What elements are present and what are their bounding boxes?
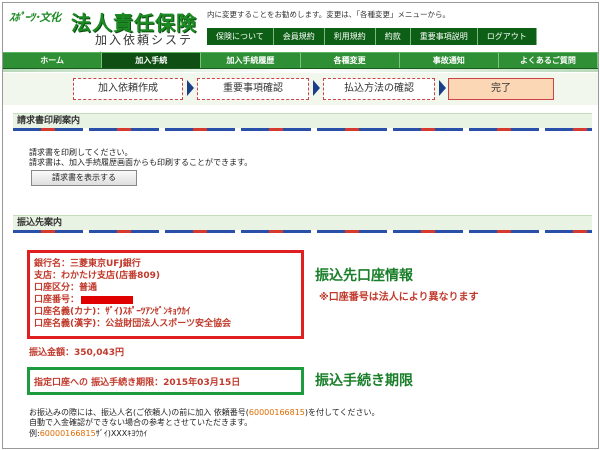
step-arrow-icon: [313, 80, 320, 96]
print-instruction: 請求書を印刷してください。: [29, 148, 133, 157]
util-link-terms-of-use[interactable]: 利用規約: [325, 28, 376, 45]
deadline-callout: 振込手続き期限: [315, 373, 413, 389]
step-arrow-icon: [439, 80, 446, 96]
step-complete: 完了: [448, 78, 554, 100]
bank-info-callout: 振込先口座情報: [315, 268, 413, 284]
step-create-request: 加入依頼作成: [73, 78, 183, 100]
footnote-example-suffix: ｻﾞｲ)XXXｷﾖｳｶｲ: [95, 429, 148, 438]
step-arrow-icon: [187, 80, 194, 96]
account-number-redacted: [81, 295, 134, 304]
util-link-policy[interactable]: 約款: [376, 28, 411, 45]
footnote-request-number: 60000166815: [248, 408, 305, 417]
section-divider: [13, 230, 592, 233]
utility-nav: 保険について 会員規約 利用規約 約款 重要事項説明 ログアウト: [207, 28, 537, 45]
account-holder-kanji: 口座名義(漢字)：公益財団法人スポーツ安全協会: [34, 319, 232, 329]
footnote-line-2: 自動で入金確認ができない場合の参考とさせていただきます。: [29, 418, 253, 427]
transfer-amount: 振込金額：350,043円: [29, 348, 124, 358]
footnote-line-1: お振込みの際には、振込人名(ご依頼人)の前に加入 依頼番号(6000016681…: [29, 408, 380, 418]
util-link-member-terms[interactable]: 会員規約: [274, 28, 325, 45]
util-link-logout[interactable]: ログアウト: [478, 28, 537, 45]
util-link-about-insurance[interactable]: 保険について: [207, 28, 274, 45]
app-frame: ｽﾎﾟｰﾂ･文化 法人責任保険 加入依頼システム 内に変更することをお勧めします…: [2, 2, 599, 449]
footnote-example-number: 60000166815: [39, 429, 96, 438]
util-link-important-notes[interactable]: 重要事項説明: [411, 28, 478, 45]
show-invoice-button[interactable]: 請求書を表示する: [31, 170, 137, 186]
print-section-heading: 請求書印刷案内: [13, 113, 592, 128]
nav-faq[interactable]: よくあるご質問: [499, 53, 598, 68]
nav-home[interactable]: ホーム: [3, 53, 103, 68]
progress-steps: 加入依頼作成 重要事項確認 払込方法の確認 完了: [3, 73, 598, 105]
logo-brand: ｽﾎﾟｰﾂ･文化: [9, 11, 61, 24]
deadline-text: 指定口座への 振込手続き期限：2015年03月15日: [34, 378, 241, 388]
main-nav: ホーム 加入手続 加入手続履歴 各種変更 事故通知 よくあるご質問: [3, 52, 598, 69]
footnote-example: 例:60000166815ｻﾞｲ)XXXｷﾖｳｶｲ: [29, 429, 147, 439]
bank-account-box: 銀行名：三菱東京UFJ銀行 支店：わかたけ支店(店番809) 口座区分：普通 口…: [27, 250, 304, 339]
header: ｽﾎﾟｰﾂ･文化 法人責任保険 加入依頼システム 内に変更することをお勧めします…: [3, 3, 598, 64]
section-divider: [13, 128, 592, 131]
nav-divider: [3, 69, 598, 72]
step-confirm-payment: 払込方法の確認: [323, 78, 435, 100]
deadline-box: 指定口座への 振込手続き期限：2015年03月15日: [27, 367, 304, 395]
step-confirm-important: 重要事項確認: [197, 78, 309, 100]
footnote-pre: お振込みの際には、振込人名(ご依頼人)の前に加入 依頼番号(: [29, 408, 249, 417]
nav-changes[interactable]: 各種変更: [301, 53, 400, 68]
print-instruction-2: 請求書は、加入手続履歴画面からも印刷することができます。: [29, 158, 253, 167]
transfer-section-heading: 振込先案内: [13, 215, 592, 230]
header-notice: 内に変更することをお勧めします。変更は、「各種変更」メニューから。: [207, 10, 450, 19]
nav-enrollment-history[interactable]: 加入手続履歴: [201, 53, 301, 68]
nav-accident-report[interactable]: 事故通知: [400, 53, 499, 68]
footnote-example-label: 例:: [29, 429, 40, 438]
logo[interactable]: ｽﾎﾟｰﾂ･文化 法人責任保険 加入依頼システム: [9, 7, 199, 64]
bank-info-note: ※口座番号は法人により異なります: [319, 292, 479, 303]
footnote-post: )を付してください。: [304, 408, 380, 417]
nav-enrollment[interactable]: 加入手続: [102, 53, 202, 68]
